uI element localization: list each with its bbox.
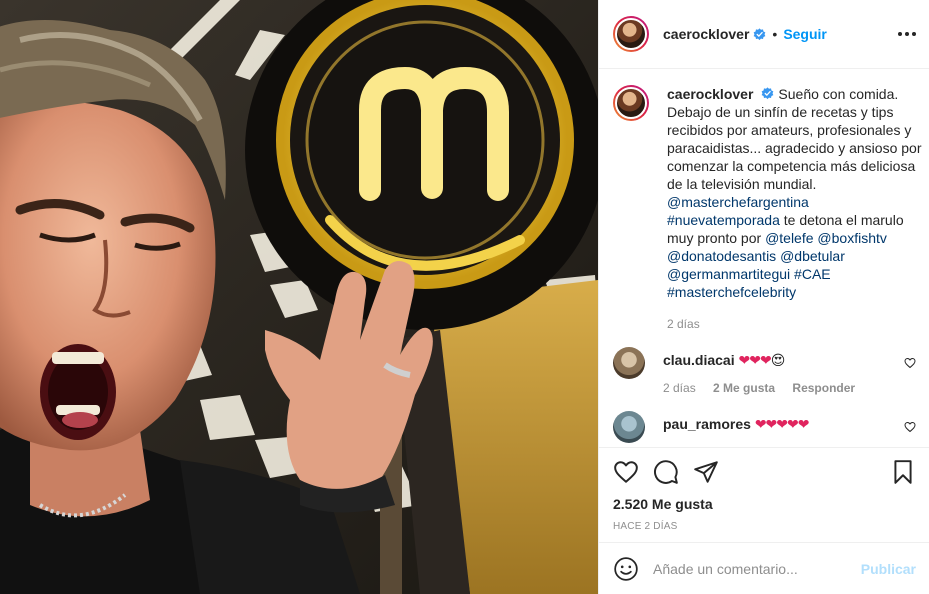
- verified-badge-icon: [762, 87, 774, 100]
- header-separator: •: [772, 26, 778, 42]
- comment-likes[interactable]: 2 Me gusta: [713, 381, 775, 395]
- caption-username[interactable]: caerocklover: [667, 86, 753, 102]
- comment-text: clau.diacai ❤❤❤😍: [663, 347, 893, 369]
- heart-icon[interactable]: [613, 459, 639, 485]
- commenter-username[interactable]: pau_ramores: [663, 416, 751, 432]
- commenter-avatar[interactable]: [613, 347, 645, 379]
- likes-count[interactable]: 2.520 Me gusta: [613, 496, 916, 512]
- post-side-panel: caerocklover • Seguir caerocklover Sueño…: [598, 0, 929, 594]
- post-time[interactable]: HACE 2 DÍAS: [613, 521, 916, 532]
- caption-meta: 2 días: [667, 317, 925, 331]
- comment-like-icon[interactable]: [904, 421, 916, 433]
- share-icon[interactable]: [693, 459, 719, 485]
- emoji-icon[interactable]: [613, 556, 639, 582]
- instagram-post: caerocklover • Seguir caerocklover Sueño…: [0, 0, 929, 594]
- caption: caerocklover Sueño con comida. Debajo de…: [613, 85, 921, 331]
- comment-hearts: ❤❤❤❤❤: [754, 416, 810, 432]
- post-photo[interactable]: [0, 0, 598, 594]
- comment-meta: 2 días 2 Me gusta Responder: [663, 381, 893, 395]
- comment-like-icon[interactable]: [904, 357, 916, 369]
- comment-item: clau.diacai ❤❤❤😍 2 días 2 Me gusta Respo…: [613, 347, 916, 395]
- more-options-icon[interactable]: [898, 24, 916, 44]
- add-comment-bar: Publicar: [599, 542, 929, 594]
- comment-hearts: ❤❤❤: [738, 352, 771, 368]
- caption-time[interactable]: 2 días: [667, 317, 700, 331]
- comment-item: pau_ramores ❤❤❤❤❤: [613, 411, 916, 443]
- author-username[interactable]: caerocklover: [663, 26, 749, 42]
- reply-button[interactable]: Responder: [792, 381, 855, 395]
- mention-donatodesantis[interactable]: @donatodesantis: [667, 248, 776, 264]
- commenter-avatar[interactable]: [613, 411, 645, 443]
- mention-masterchefargentina[interactable]: @masterchefargentina: [667, 194, 809, 210]
- photo-illustration: [0, 0, 598, 594]
- mention-germanmartitegui[interactable]: @germanmartitegui: [667, 266, 790, 282]
- caption-avatar[interactable]: [613, 85, 649, 121]
- bookmark-icon[interactable]: [890, 459, 916, 485]
- hashtag-cae[interactable]: #CAE: [794, 266, 831, 282]
- commenter-username[interactable]: clau.diacai: [663, 352, 735, 368]
- comment-icon[interactable]: [653, 459, 679, 485]
- comment-input[interactable]: [653, 560, 843, 577]
- verified-badge-icon: [754, 27, 766, 40]
- action-icons: [613, 448, 916, 496]
- comment-emoji: 😍: [770, 352, 786, 368]
- caption-text: caerocklover Sueño con comida. Debajo de…: [667, 85, 925, 301]
- hashtag-masterchefcelebrity[interactable]: #masterchefcelebrity: [667, 284, 796, 300]
- mention-telefe[interactable]: @telefe: [765, 230, 813, 246]
- post-header: caerocklover • Seguir: [599, 0, 929, 69]
- mention-boxfishtv[interactable]: @boxfishtv: [817, 230, 886, 246]
- comment-text: pau_ramores ❤❤❤❤❤: [663, 411, 893, 443]
- comment-time[interactable]: 2 días: [663, 381, 696, 395]
- follow-button[interactable]: Seguir: [783, 26, 827, 42]
- author-avatar[interactable]: [613, 16, 649, 52]
- post-actions: 2.520 Me gusta HACE 2 DÍAS: [599, 447, 929, 542]
- comments-list[interactable]: caerocklover Sueño con comida. Debajo de…: [599, 69, 929, 447]
- mention-dbetular[interactable]: @dbetular: [780, 248, 845, 264]
- hashtag-nuevatemporada[interactable]: #nuevatemporada: [667, 212, 780, 228]
- publish-button[interactable]: Publicar: [861, 561, 916, 577]
